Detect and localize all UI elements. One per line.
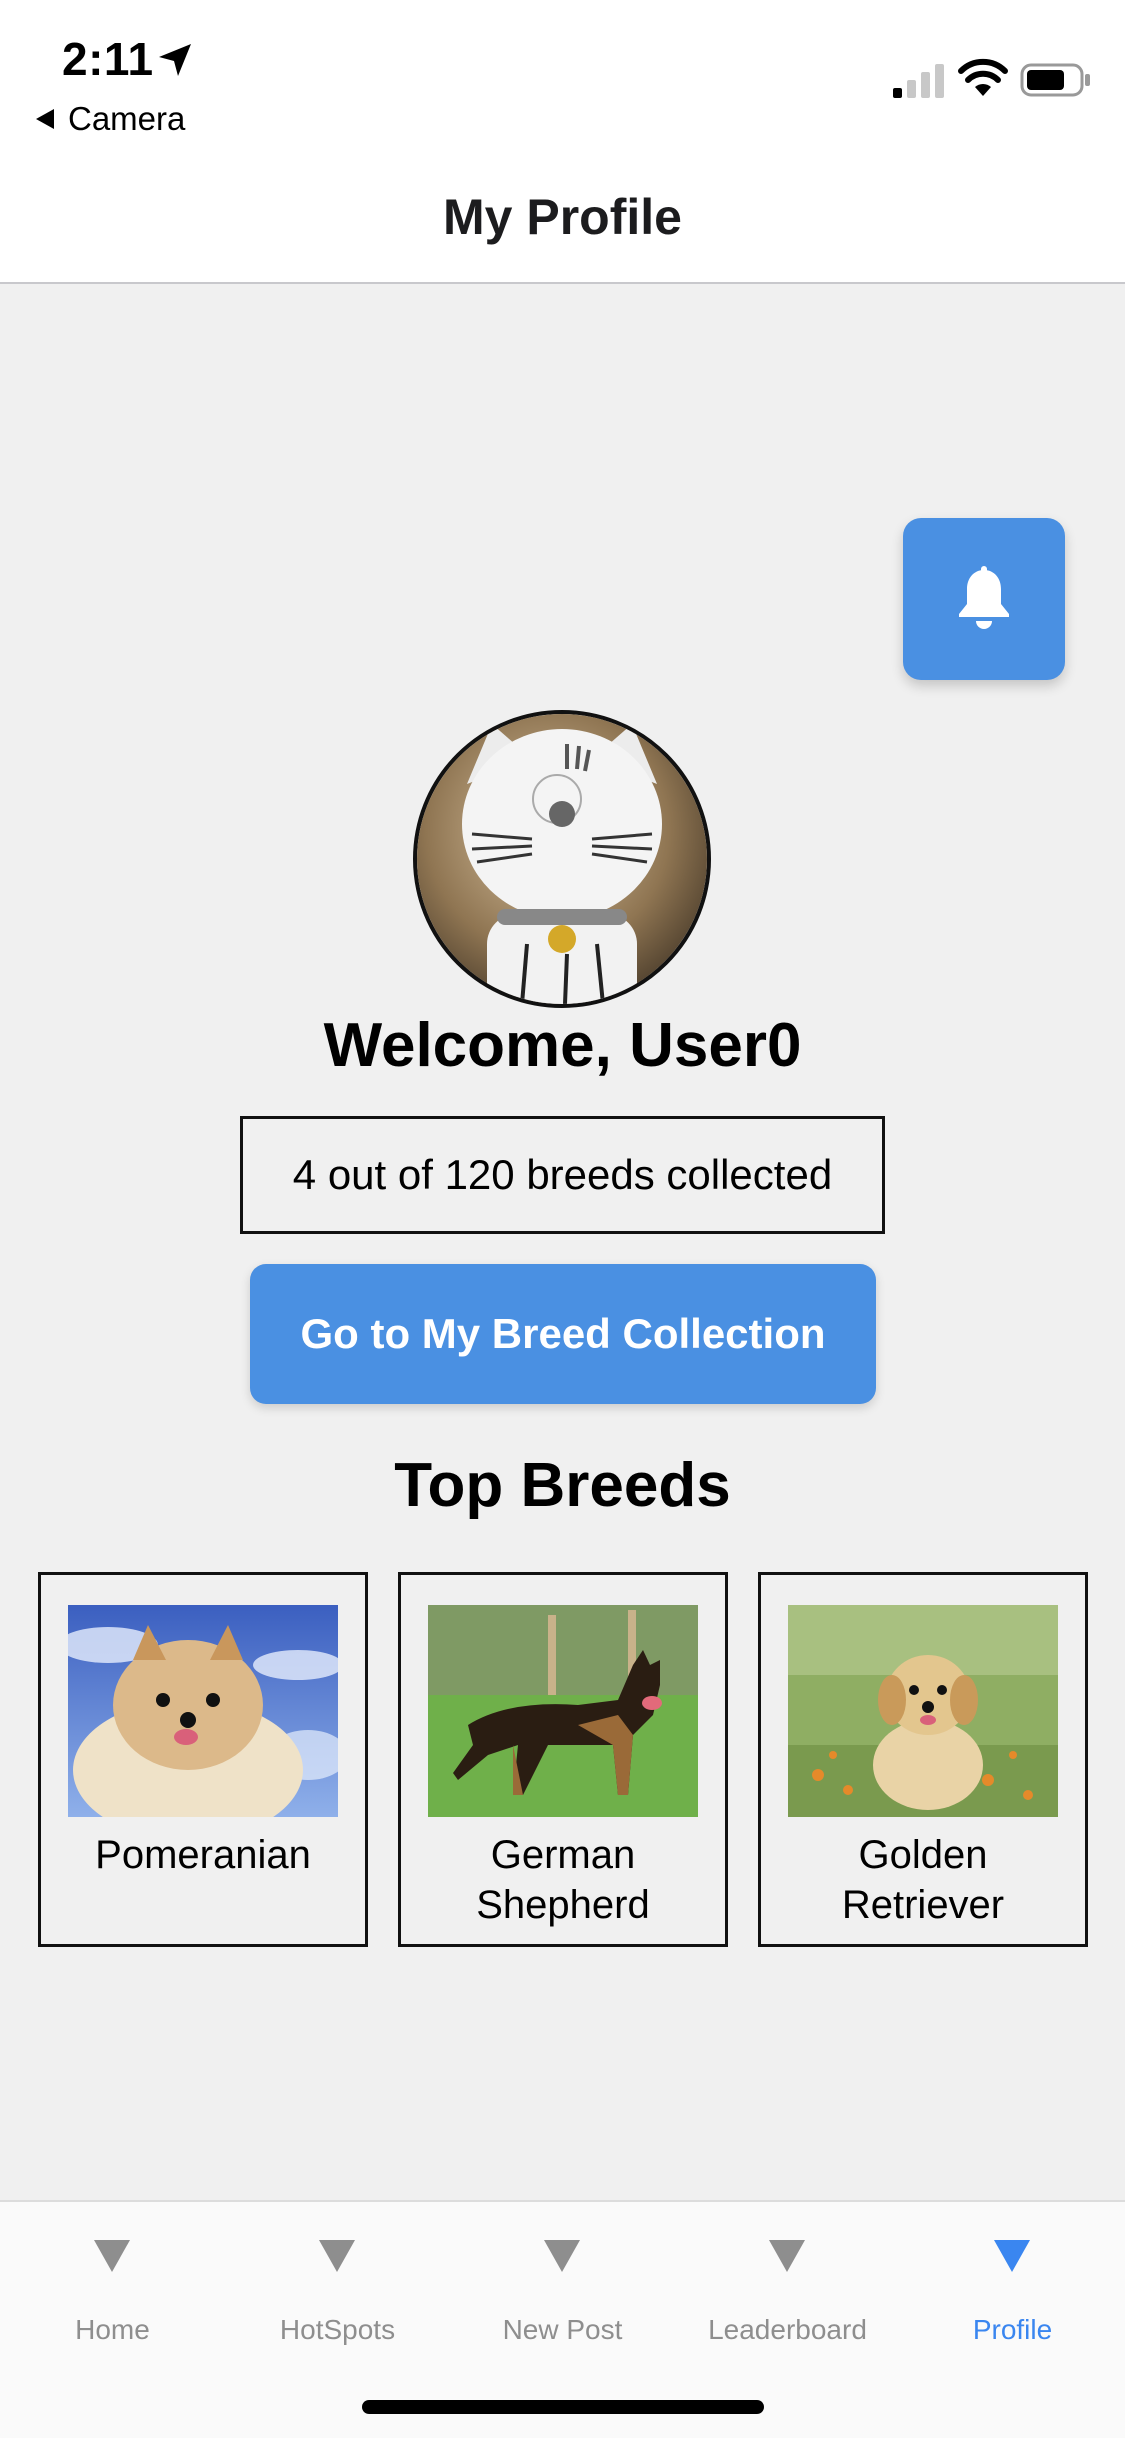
golden-retriever-photo bbox=[788, 1605, 1058, 1817]
status-time: 2:11 bbox=[62, 33, 154, 85]
hotspots-tab-icon bbox=[319, 2240, 355, 2272]
top-breeds-heading: Top Breeds bbox=[394, 1451, 731, 1520]
tab-label: Home bbox=[75, 2314, 150, 2345]
breed-card-golden-retriever[interactable]: Golden Retriever bbox=[758, 1572, 1088, 1947]
status-bar: 2:11 Camera bbox=[0, 0, 1125, 160]
leaderboard-tab-icon bbox=[769, 2240, 805, 2272]
nav-header: My Profile bbox=[0, 160, 1125, 284]
breed-name: Pomeranian bbox=[95, 1833, 311, 1877]
back-label: Camera bbox=[68, 100, 186, 137]
tab-label: Profile bbox=[972, 2314, 1053, 2345]
back-triangle-icon bbox=[36, 109, 54, 129]
breed-name: Golden Retriever bbox=[841, 1833, 1005, 1927]
collection-progress: 4 out of 120 breeds collected bbox=[240, 1116, 885, 1234]
tab-home[interactable]: Home bbox=[0, 2202, 225, 2372]
avatar-image bbox=[417, 714, 707, 1004]
tab-hotspots[interactable]: HotSpots bbox=[225, 2202, 450, 2372]
breed-card-pomeranian[interactable]: Pomeranian bbox=[38, 1572, 368, 1947]
back-to-camera-link[interactable]: Camera bbox=[36, 100, 185, 138]
page-title: My Profile bbox=[443, 189, 682, 245]
home-tab-icon bbox=[94, 2240, 130, 2272]
avatar[interactable] bbox=[413, 710, 711, 1008]
welcome-heading: Welcome, User0 bbox=[323, 1011, 802, 1080]
home-indicator[interactable] bbox=[362, 2400, 764, 2414]
cellular-signal-icon bbox=[893, 64, 944, 98]
tab-label: HotSpots bbox=[279, 2314, 396, 2345]
bell-icon bbox=[959, 566, 1009, 629]
tab-leaderboard[interactable]: Leaderboard bbox=[675, 2202, 900, 2372]
tab-label: New Post bbox=[502, 2314, 623, 2345]
tab-label: Leaderboard bbox=[708, 2314, 867, 2345]
new-post-tab-icon bbox=[544, 2240, 580, 2272]
breed-card-german-shepherd[interactable]: German Shepherd bbox=[398, 1572, 728, 1947]
breed-name: German Shepherd bbox=[476, 1833, 650, 1927]
breed-collection-button[interactable]: Go to My Breed Collection bbox=[250, 1264, 876, 1404]
battery-icon bbox=[1020, 63, 1090, 97]
tab-profile[interactable]: Profile bbox=[900, 2202, 1125, 2372]
tab-new-post[interactable]: New Post bbox=[450, 2202, 675, 2372]
pomeranian-photo bbox=[68, 1605, 338, 1817]
notifications-button[interactable] bbox=[903, 518, 1065, 680]
location-arrow-icon bbox=[159, 44, 191, 76]
wifi-icon bbox=[958, 58, 1008, 96]
profile-tab-icon bbox=[994, 2240, 1030, 2272]
german-shepherd-photo bbox=[428, 1605, 698, 1817]
